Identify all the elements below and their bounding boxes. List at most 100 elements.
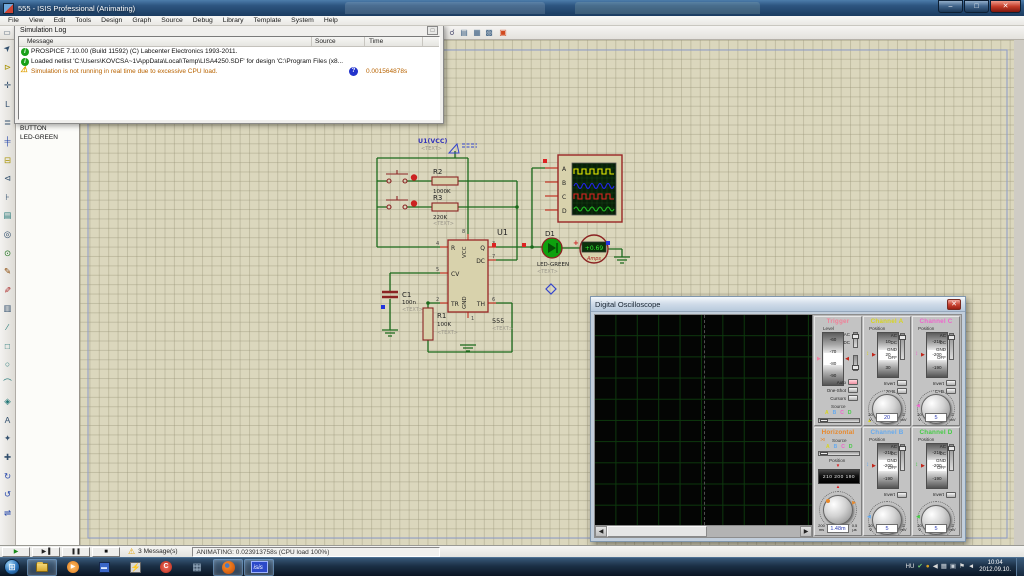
- tray-network-icon[interactable]: ▦: [941, 563, 947, 571]
- subcircuit-icon[interactable]: ⊟: [1, 154, 14, 167]
- column-message[interactable]: Message: [27, 38, 53, 45]
- tray-window-icon[interactable]: ▣: [950, 563, 956, 571]
- close-button[interactable]: ✕: [990, 0, 1021, 13]
- oscilloscope-titlebar[interactable]: Digital Oscilloscope ✕: [591, 297, 965, 312]
- timebase-value[interactable]: 1.48m: [827, 523, 849, 533]
- auto-button[interactable]: [848, 379, 858, 385]
- property-tool-icon[interactable]: ▤: [459, 28, 469, 38]
- channel-a-invert-button[interactable]: [897, 380, 907, 386]
- new-design-icon[interactable]: ▭: [2, 28, 12, 38]
- voltage-probe-icon[interactable]: ✎: [1, 265, 14, 278]
- oscilloscope-close-icon[interactable]: ✕: [947, 298, 961, 310]
- stop-button[interactable]: ■: [92, 546, 120, 557]
- text-script-icon[interactable]: ≣: [1, 116, 14, 129]
- menu-system[interactable]: System: [286, 17, 319, 24]
- menu-debug[interactable]: Debug: [188, 17, 218, 24]
- trigger-coupling-toggle[interactable]: [852, 332, 859, 348]
- menu-file[interactable]: File: [3, 17, 24, 24]
- tray-update-icon[interactable]: ●: [926, 563, 930, 571]
- mirror-icon[interactable]: ⇌: [1, 507, 14, 520]
- help-icon[interactable]: ?: [349, 67, 358, 76]
- taskbar-save-tool[interactable]: ▬: [89, 559, 119, 576]
- language-indicator[interactable]: HU: [906, 564, 915, 570]
- column-source[interactable]: Source: [315, 38, 336, 45]
- channel-d-coupling-slider[interactable]: [948, 443, 955, 471]
- oscilloscope-hscrollbar[interactable]: ◀ ▶: [595, 525, 812, 537]
- menu-library[interactable]: Library: [218, 17, 249, 24]
- erc-report-icon[interactable]: ▩: [484, 28, 494, 38]
- maximize-button[interactable]: □: [964, 0, 989, 13]
- taskbar-isis[interactable]: isis: [244, 558, 274, 576]
- scroll-left-icon[interactable]: ◀: [595, 526, 607, 537]
- marker-mode-icon[interactable]: ✚: [1, 451, 14, 464]
- tape-recorder-icon[interactable]: ◎: [1, 228, 14, 241]
- menu-graph[interactable]: Graph: [127, 17, 156, 24]
- pause-button[interactable]: ❚❚: [62, 546, 90, 557]
- minimize-button[interactable]: –: [938, 0, 963, 13]
- simulation-log-detach-button[interactable]: □: [427, 26, 438, 35]
- 2d-line-icon[interactable]: ∕: [1, 321, 14, 334]
- 2d-symbol-icon[interactable]: ✦: [1, 432, 14, 445]
- 2d-circle-icon[interactable]: ○: [1, 358, 14, 371]
- channel-a-coupling-slider[interactable]: [899, 333, 906, 360]
- message-count[interactable]: 3 Message(s): [138, 548, 177, 555]
- trigger-level-slider[interactable]: -60 -70 -80 -90 ▶ ◀: [817, 332, 849, 386]
- generator-mode-icon[interactable]: ⊙: [1, 247, 14, 260]
- rotate-anticlockwise-icon[interactable]: ↺: [1, 488, 14, 501]
- menu-source[interactable]: Source: [156, 17, 188, 24]
- menu-view[interactable]: View: [24, 17, 49, 24]
- tray-speaker-icon[interactable]: ◄: [968, 563, 974, 571]
- channel-c-coupling-slider[interactable]: [948, 333, 955, 360]
- horizontal-source-slider[interactable]: [818, 450, 860, 456]
- junction-dot-icon[interactable]: ✛: [1, 79, 14, 92]
- menu-help[interactable]: Help: [319, 17, 343, 24]
- menu-tools[interactable]: Tools: [70, 17, 96, 24]
- tray-status-icon[interactable]: ✔: [917, 563, 922, 571]
- tray-flag-icon[interactable]: ⚑: [959, 563, 965, 571]
- horizontal-position-dial[interactable]: 210 200 190: [818, 468, 860, 484]
- menu-design[interactable]: Design: [96, 17, 127, 24]
- channel-b-volts-per-div[interactable]: 5: [876, 523, 898, 533]
- virtual-instruments-icon[interactable]: ▥: [1, 302, 14, 315]
- channel-a-volts-per-div[interactable]: 20: [876, 413, 898, 422]
- ares-pcb-icon[interactable]: ▣: [498, 28, 508, 38]
- trigger-edge-toggle[interactable]: [852, 355, 859, 371]
- object-selector-item-led-green[interactable]: LED-GREEN: [20, 133, 58, 142]
- tray-volume-icon[interactable]: ◀: [933, 563, 938, 571]
- find-component-icon[interactable]: ☌: [447, 28, 457, 38]
- channel-c-volts-per-div[interactable]: 5: [925, 413, 947, 422]
- scroll-thumb[interactable]: [607, 526, 707, 537]
- graph-mode-icon[interactable]: ▤: [1, 209, 14, 222]
- channel-b-coupling-slider[interactable]: [899, 443, 906, 471]
- 2d-text-icon[interactable]: A: [1, 414, 14, 427]
- taskbar-calculator[interactable]: ▦: [182, 559, 212, 576]
- current-probe-icon[interactable]: ✎: [1, 284, 14, 297]
- channel-b-invert-button[interactable]: [897, 491, 907, 498]
- 2d-box-icon[interactable]: □: [1, 340, 14, 353]
- channel-d-invert-button[interactable]: [946, 491, 956, 498]
- 2d-path-icon[interactable]: ◈: [1, 395, 14, 408]
- trigger-cursor-line[interactable]: [703, 315, 705, 525]
- component-mode-icon[interactable]: ⊳: [1, 61, 14, 74]
- taskbar-winamp[interactable]: ⚡: [120, 559, 150, 576]
- taskbar-clock[interactable]: 10:04 2012.09.10.: [979, 560, 1011, 574]
- channel-d-volts-per-div[interactable]: 5: [925, 523, 947, 533]
- device-pins-icon[interactable]: ⊦: [1, 191, 14, 204]
- play-button[interactable]: ▶: [2, 546, 30, 557]
- taskbar-media-player[interactable]: ▶: [58, 559, 88, 576]
- step-button[interactable]: ▶▐: [32, 546, 60, 557]
- wire-label-icon[interactable]: L: [1, 98, 14, 111]
- scroll-right-icon[interactable]: ▶: [800, 526, 812, 537]
- one-shot-button[interactable]: [848, 387, 858, 393]
- rotate-clockwise-icon[interactable]: ↻: [1, 470, 14, 483]
- buses-icon[interactable]: ╪: [1, 135, 14, 148]
- channel-c-invert-button[interactable]: [946, 380, 956, 386]
- taskbar-explorer[interactable]: [27, 558, 57, 576]
- menu-template[interactable]: Template: [249, 17, 287, 24]
- 2d-arc-icon[interactable]: ⌒: [1, 377, 14, 390]
- netlist-icon[interactable]: ▦: [472, 28, 482, 38]
- terminals-icon[interactable]: ⊲: [1, 172, 14, 185]
- object-selector-item-button[interactable]: BUTTON: [20, 124, 58, 133]
- start-button[interactable]: ⊞: [4, 559, 20, 575]
- cursors-button[interactable]: [848, 395, 858, 401]
